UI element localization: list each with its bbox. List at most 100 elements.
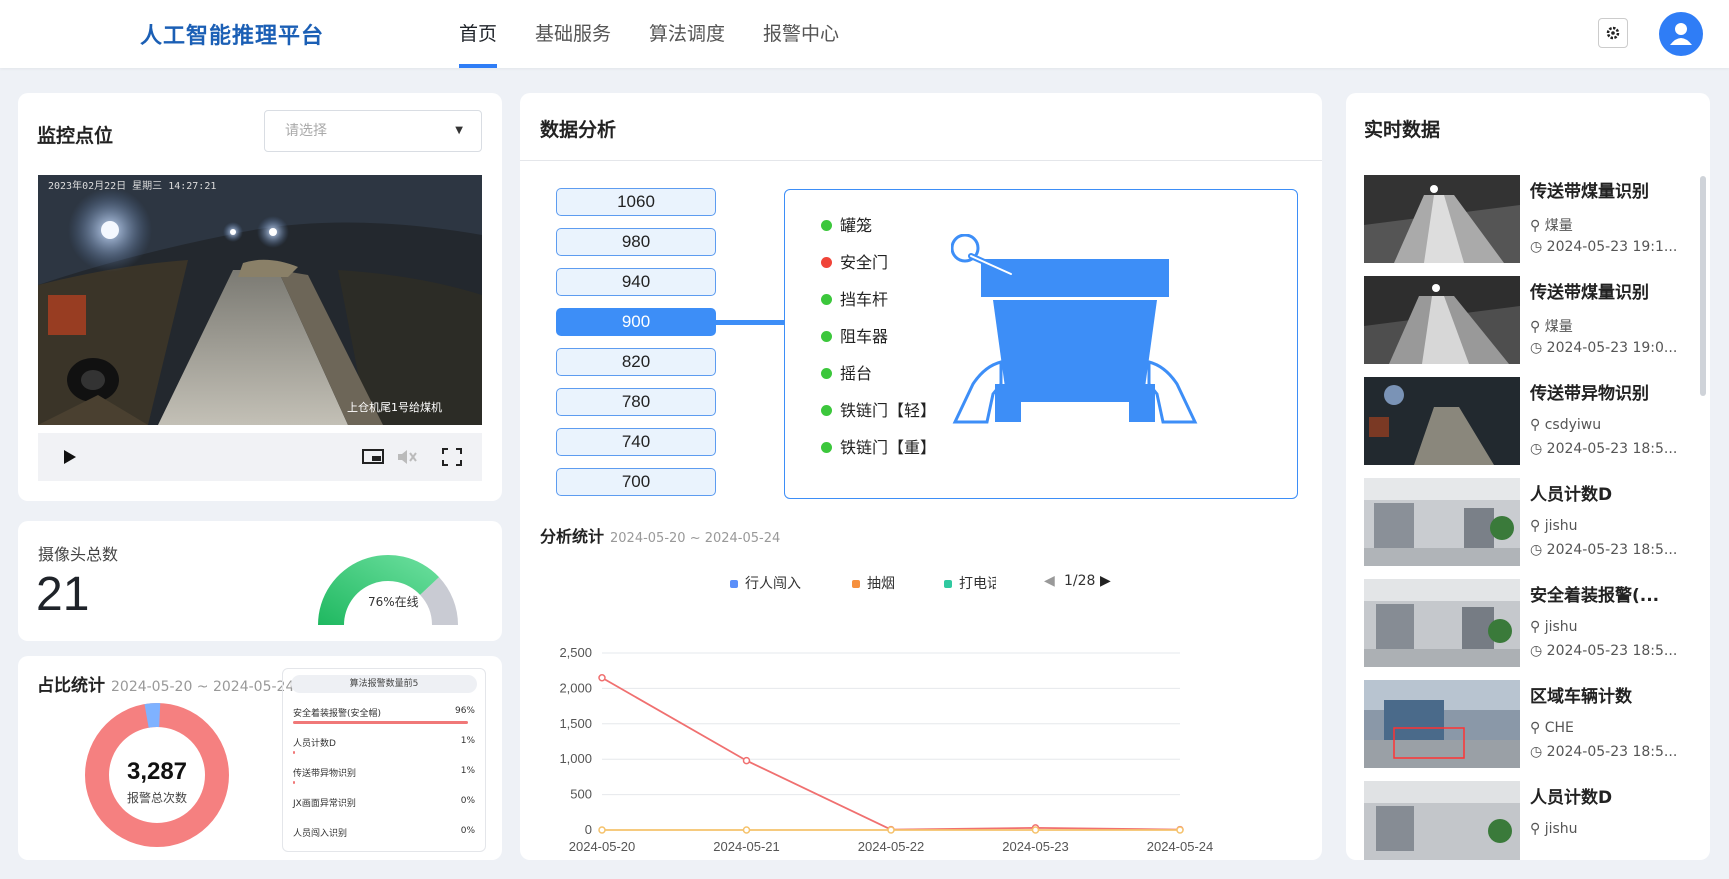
play-icon[interactable] [62, 449, 78, 465]
status-dot [821, 405, 832, 416]
status-dot [821, 368, 832, 379]
level-button[interactable]: 940 [556, 268, 716, 296]
x-tick-label: 2024-05-20 [569, 839, 636, 854]
settings-button[interactable] [1598, 18, 1628, 48]
data-point[interactable] [887, 826, 895, 834]
legend-next-icon[interactable]: ▶ [1100, 573, 1111, 589]
x-tick-label: 2024-05-21 [713, 839, 780, 854]
status-dot [821, 220, 832, 231]
thumbnail-image [1364, 478, 1520, 566]
clock-icon: ◷ [1530, 643, 1543, 659]
realtime-item-title: 安全着装报警(... [1530, 586, 1660, 606]
thumbnail-image [1364, 680, 1520, 768]
realtime-item-location: ⚲ jishu [1530, 619, 1578, 635]
video-timestamp: 2023年02月22日 星期三 14:27:21 [48, 181, 217, 192]
realtime-item[interactable]: 人员计数D ⚲ jishu ◷ 2024-05-23 18:5... [1364, 478, 1684, 566]
legend-prev-icon[interactable]: ◀ [1044, 573, 1055, 589]
monitor-title: 监控点位 [37, 125, 114, 147]
legend-label: 打电话 [959, 576, 996, 592]
data-point[interactable] [1176, 826, 1184, 834]
top5-name: 人员闯入识别 [293, 829, 348, 839]
data-point[interactable] [598, 826, 606, 834]
top5-name: 传送带异物识别 [293, 769, 357, 779]
fullscreen-icon[interactable] [442, 448, 462, 466]
realtime-item[interactable]: 传送带异物识别 ⚲ csdyiwu ◷ 2024-05-23 18:5... [1364, 377, 1684, 465]
level-button[interactable]: 820 [556, 348, 716, 376]
location-pin-icon: ⚲ [1530, 218, 1541, 234]
y-tick-label: 1,500 [559, 716, 592, 731]
stats-title-text: 分析统计 [540, 527, 605, 546]
location-pin-icon: ⚲ [1530, 619, 1541, 635]
top5-panel: 算法报警数量前5 安全着装报警(安全帽) 96% 人员计数D 1% 传送带异物识别 1… [282, 668, 486, 852]
level-button[interactable]: 700 [556, 468, 716, 496]
realtime-scrollbar[interactable] [1700, 176, 1706, 396]
time-text: 2024-05-23 18:5... [1546, 542, 1678, 558]
monitor-select[interactable]: 请选择 ▼ [264, 110, 482, 152]
top5-name: 安全着装报警(安全帽) [293, 709, 382, 719]
time-text: 2024-05-23 18:5... [1546, 441, 1678, 457]
status-item: 安全门 [821, 249, 888, 273]
cage-illustration [951, 234, 1198, 424]
realtime-item[interactable]: 人员计数D ⚲ jishu [1364, 781, 1684, 860]
alarm-total-label: 报警总次数 [126, 791, 187, 805]
nav-algorithm-scheduling[interactable]: 算法调度 [630, 0, 744, 68]
nav-alarm-center[interactable]: 报警中心 [744, 0, 858, 68]
caret-down-icon: ▼ [455, 125, 463, 136]
nav-home[interactable]: 首页 [440, 0, 516, 68]
level-button[interactable]: 740 [556, 428, 716, 456]
stats-title: 分析统计 2024-05-20 ~ 2024-05-24 [540, 523, 780, 547]
series-line [601, 676, 1181, 831]
data-point[interactable] [1031, 826, 1040, 834]
realtime-item[interactable]: 区域车辆计数 ⚲ CHE ◷ 2024-05-23 18:5... [1364, 680, 1684, 768]
location-pin-icon: ⚲ [1530, 518, 1541, 534]
ratio-title-text: 占比统计 [37, 676, 105, 696]
clock-icon: ◷ [1530, 744, 1543, 760]
status-dot [821, 331, 832, 342]
data-point[interactable] [742, 756, 751, 765]
legend-item[interactable]: 打电话 [944, 573, 996, 593]
y-tick-label: 500 [570, 787, 592, 802]
status-item: 阻车器 [821, 323, 888, 347]
camera-card: 摄像头总数 21 76%在线 [18, 521, 502, 641]
level-button[interactable]: 780 [556, 388, 716, 416]
brand-title: 人工智能推理平台 [140, 24, 325, 49]
location-text: 煤量 [1544, 218, 1573, 234]
legend-item[interactable]: 抽烟 [852, 573, 895, 593]
legend-item[interactable]: 行人闯入 [730, 573, 801, 593]
select-placeholder: 请选择 [285, 123, 327, 139]
picture-in-picture-icon[interactable] [362, 449, 384, 465]
analysis-divider [520, 160, 1322, 161]
top5-row: 人员计数D 1% [293, 736, 475, 754]
gauge-fill [318, 555, 440, 625]
data-point[interactable] [598, 674, 606, 682]
realtime-item-title: 传送带煤量识别 [1530, 283, 1649, 303]
nav-basic-services[interactable]: 基础服务 [516, 0, 630, 68]
user-avatar[interactable] [1659, 12, 1703, 56]
realtime-item-time: ◷ 2024-05-23 18:5... [1530, 542, 1677, 558]
realtime-item-time: ◷ 2024-05-23 19:0... [1530, 340, 1677, 356]
level-button-active[interactable]: 900 [556, 308, 716, 336]
realtime-item[interactable]: 传送带煤量识别 ⚲ 煤量 ◷ 2024-05-23 19:0... [1364, 276, 1684, 364]
top5-name: 人员计数D [293, 739, 336, 749]
thumbnail-image [1364, 377, 1520, 465]
video-player[interactable]: 2023年02月22日 星期三 14:27:21 上仓机尾1号给煤机 [38, 175, 482, 425]
level-button[interactable]: 1060 [556, 188, 716, 216]
thumbnail-image [1364, 175, 1520, 263]
top5-bar [293, 721, 468, 724]
data-point[interactable] [742, 826, 751, 834]
top5-name: JX画面异常识别 [293, 799, 356, 809]
status-item: 挡车杆 [821, 286, 888, 310]
analysis-title: 数据分析 [540, 119, 617, 141]
top5-pct: 0% [460, 826, 475, 836]
time-text: 2024-05-23 19:0... [1546, 340, 1678, 356]
clock-icon: ◷ [1530, 239, 1543, 255]
stats-date-range: 2024-05-20 ~ 2024-05-24 [610, 531, 781, 546]
alarm-total-value: 3,287 [126, 758, 188, 785]
realtime-item[interactable]: 传送带煤量识别 ⚲ 煤量 ◷ 2024-05-23 19:1... [1364, 175, 1684, 263]
realtime-item-title: 传送带异物识别 [1530, 384, 1649, 404]
level-button[interactable]: 980 [556, 228, 716, 256]
mute-icon[interactable] [396, 448, 418, 466]
realtime-list: 传送带煤量识别 ⚲ 煤量 ◷ 2024-05-23 19:1... 传送带煤量识… [1346, 175, 1710, 860]
realtime-item[interactable]: 安全着装报警(... ⚲ jishu ◷ 2024-05-23 18:5... [1364, 579, 1684, 667]
top5-bar [293, 781, 295, 784]
